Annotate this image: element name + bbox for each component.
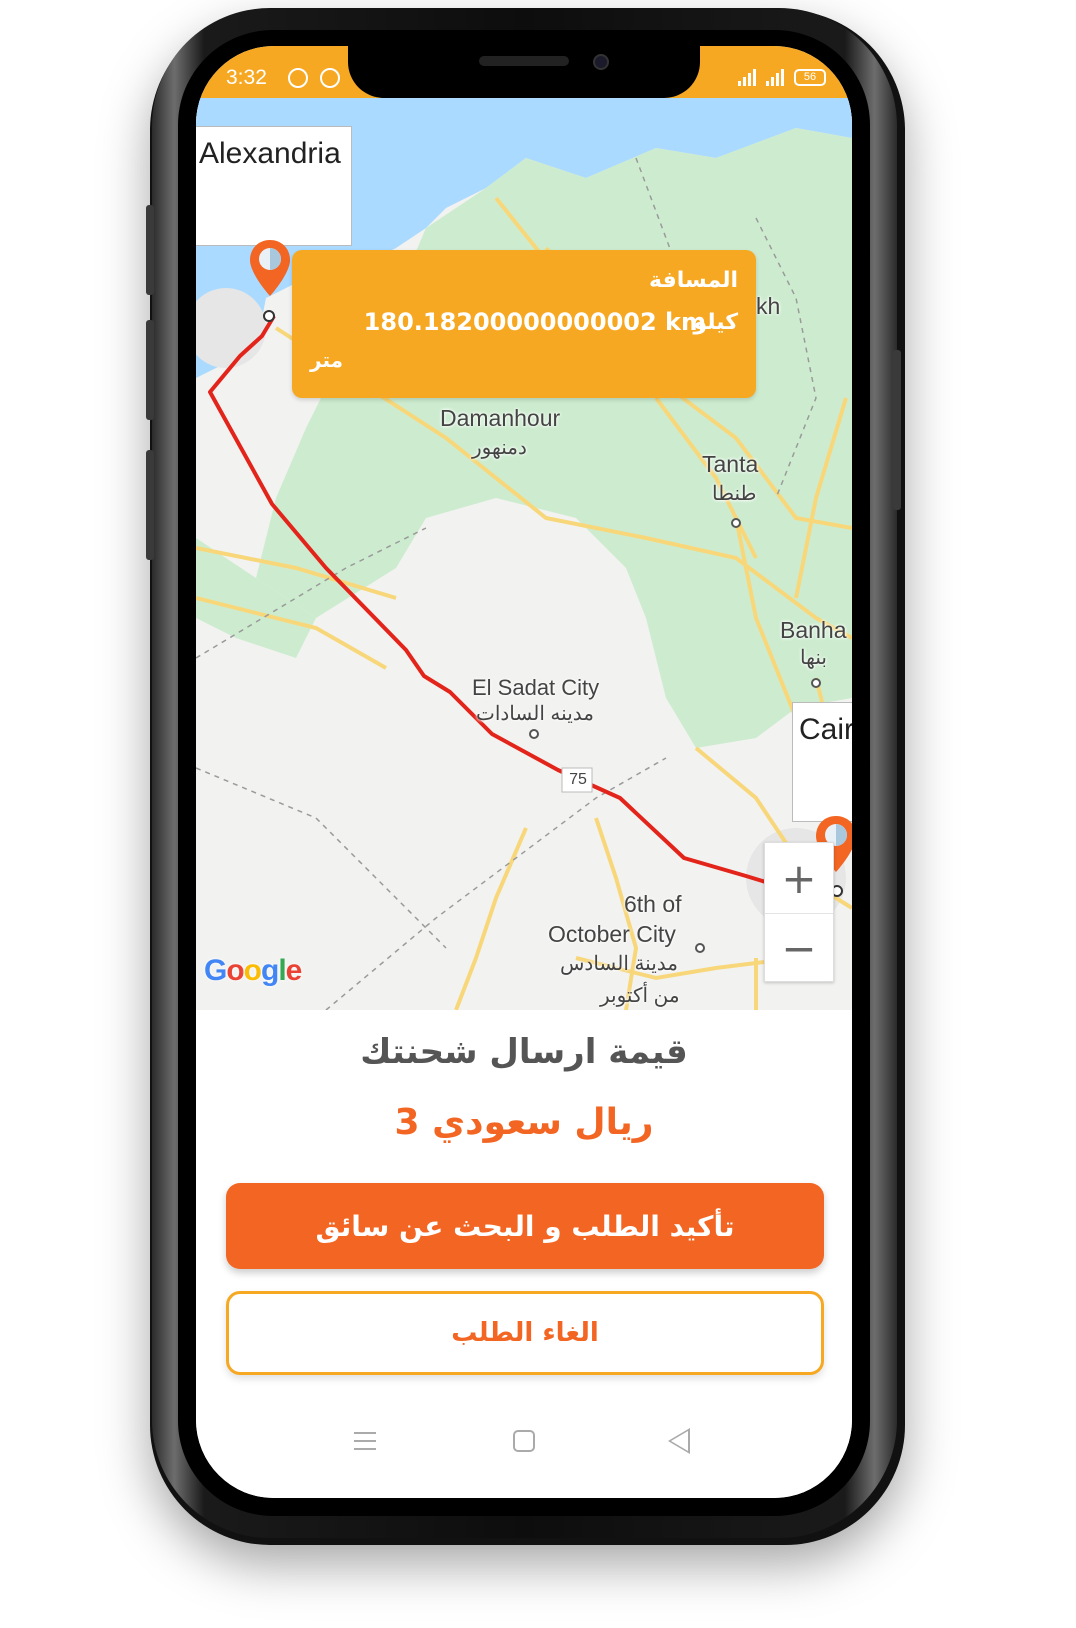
- distance-info-box: المسافة كيلو 180.18200000000002 km متر: [292, 250, 756, 398]
- confirm-order-button[interactable]: تأكيد الطلب و البحث عن سائق: [226, 1183, 824, 1269]
- earpiece-speaker: [479, 56, 569, 66]
- map-label-tanta-en: Tanta: [702, 451, 759, 477]
- road-number-label: 75: [569, 771, 587, 788]
- map-label-banha-en: Banha: [780, 617, 847, 643]
- volume-down-button: [146, 320, 154, 420]
- distance-value: 180.18200000000002 km: [363, 308, 706, 336]
- distance-title: المسافة: [649, 268, 738, 293]
- distance-unit-meter: متر: [310, 348, 343, 372]
- home-icon[interactable]: [513, 1430, 535, 1452]
- map-label-october-en-2: October City: [548, 921, 676, 947]
- map-label-october-en-1: 6th of: [624, 891, 682, 917]
- menu-icon[interactable]: [354, 1432, 376, 1450]
- origin-marker-icon[interactable]: [248, 238, 292, 298]
- zoom-controls: + −: [764, 842, 834, 982]
- volume-up-button: [146, 205, 154, 295]
- map-label-kafr-partial: kh: [756, 293, 781, 319]
- origin-city-callout[interactable]: Alexandria: [196, 126, 352, 246]
- status-indicators: 56: [738, 68, 826, 86]
- map-label-october-ar-2: من أكتوبر: [600, 985, 680, 1007]
- map-view[interactable]: 75 Damanhour دمنهور Tanta طنطا Banha بنه…: [196, 98, 852, 1010]
- map-label-banha-ar: بنها: [800, 647, 827, 669]
- zoom-in-button[interactable]: +: [765, 843, 833, 913]
- zoom-out-button[interactable]: −: [765, 913, 833, 983]
- origin-city-label: Alexandria: [199, 137, 341, 170]
- destination-city-callout[interactable]: Cair: [792, 702, 852, 822]
- shipping-price: 3 ريال سعودي: [394, 1102, 654, 1143]
- map-label-tanta-ar: طنطا: [712, 483, 757, 505]
- battery-icon: 56: [794, 69, 826, 86]
- map-label-october-ar-1: مدينة السادس: [560, 953, 678, 975]
- front-camera-icon: [593, 54, 609, 70]
- back-icon[interactable]: [668, 1428, 690, 1454]
- signal-icon: [738, 68, 756, 86]
- map-label-damanhour-en: Damanhour: [440, 405, 561, 431]
- google-logo: Google: [204, 954, 302, 987]
- signal-icon: [766, 68, 784, 86]
- map-label-damanhour-ar: دمنهور: [472, 437, 527, 459]
- cancel-order-button[interactable]: الغاء الطلب: [226, 1291, 824, 1375]
- map-label-sadat-ar: مدينه السادات: [476, 703, 594, 725]
- navigation-bar: [196, 1410, 852, 1470]
- camera-notch: [348, 46, 700, 98]
- sheet-title: قيمة ارسال شحنتك: [360, 1032, 688, 1072]
- status-time: 3:32: [226, 66, 267, 89]
- power-button: [893, 350, 901, 510]
- phone-screen: 75 Damanhour دمنهور Tanta طنطا Banha بنه…: [196, 46, 852, 1498]
- destination-city-label: Cair: [799, 713, 852, 746]
- silent-switch: [146, 450, 154, 560]
- map-label-sadat-en: El Sadat City: [472, 675, 600, 700]
- messenger-icon: [320, 68, 340, 88]
- whatsapp-icon: [288, 68, 308, 88]
